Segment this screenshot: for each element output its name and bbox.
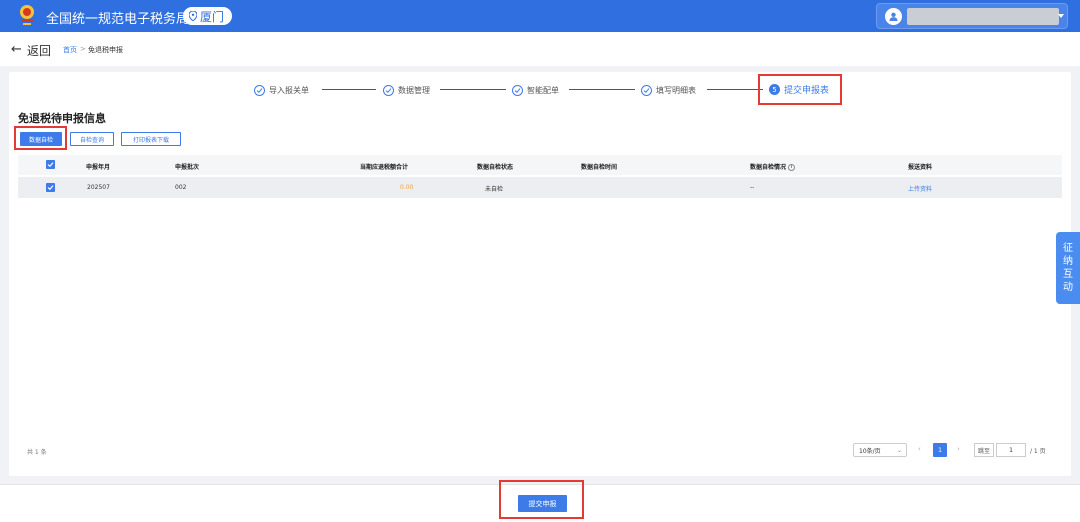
jump-page-input[interactable]: 1 [996, 443, 1026, 457]
step-connector [322, 89, 376, 90]
page-size-select[interactable]: 10条/页 ⌄ [853, 443, 907, 457]
step-data-manage: 数据管理 [383, 83, 430, 97]
cell-batch: 002 [175, 184, 187, 191]
select-all-checkbox[interactable] [46, 160, 55, 169]
breadcrumb-current: 免退税申报 [88, 46, 123, 54]
step-connector [569, 89, 635, 90]
step-connector [707, 89, 763, 90]
col-batch: 申报批次 [175, 164, 200, 171]
col-check-situation-label: 数据自检情况 [750, 164, 787, 171]
cell-period: 202507 [87, 184, 110, 191]
section-title: 免退税待申报信息 [18, 112, 106, 125]
step-connector [440, 89, 506, 90]
region-label: 厦门 [200, 9, 225, 24]
step-import: 导入报关单 [254, 83, 309, 97]
cell-check-situation: -- [750, 184, 755, 191]
col-check-status: 数据自检状态 [477, 164, 514, 171]
col-amount: 当期应退税额合计 [360, 164, 409, 171]
row-checkbox[interactable] [46, 183, 55, 192]
side-tab-char: 纳 [1063, 256, 1073, 267]
print-download-button[interactable]: 打印报表下载 [121, 132, 181, 146]
page-number-current[interactable]: 1 [933, 443, 947, 457]
user-menu[interactable] [876, 3, 1068, 29]
info-icon[interactable]: i [788, 164, 796, 171]
step-label: 导入报关单 [269, 85, 309, 95]
col-check-time: 数据自检时间 [581, 164, 618, 171]
user-name-redacted [907, 8, 1059, 25]
checkmark-icon [47, 185, 54, 191]
interaction-side-tab[interactable]: 征 纳 互 动 [1056, 232, 1080, 304]
breadcrumb-home[interactable]: 首页 [63, 45, 77, 55]
submit-declaration-button[interactable]: 提交申报 [518, 495, 567, 512]
chevron-down-icon [1058, 14, 1064, 18]
total-count: 共 1 条 [27, 449, 47, 456]
back-arrow-icon[interactable]: ← [11, 42, 22, 57]
chevron-down-icon: ⌄ [896, 447, 902, 454]
check-circle-icon [254, 84, 265, 96]
region-selector[interactable]: 厦门 [183, 7, 233, 25]
upload-materials-link[interactable]: 上传资料 [908, 184, 932, 193]
checkmark-icon [47, 162, 54, 168]
next-page-icon[interactable]: › [957, 445, 960, 453]
side-tab-char: 互 [1063, 269, 1073, 280]
back-link[interactable]: 返回 [27, 42, 51, 59]
avatar [885, 8, 902, 25]
step-label: 提交申报表 [784, 86, 830, 96]
cell-amount: 0.00 [400, 184, 414, 191]
tax-emblem-icon [20, 5, 34, 25]
check-query-button[interactable]: 自检查询 [70, 132, 114, 146]
step-fill-details: 填写明细表 [641, 83, 696, 97]
prev-page-icon[interactable]: ‹ [918, 445, 921, 453]
top-header: 全国统一规范电子税务局 厦门 [0, 0, 1080, 32]
step-number: 5 [769, 84, 780, 95]
side-tab-char: 动 [1063, 282, 1073, 293]
check-circle-icon [641, 84, 652, 96]
step-label: 智能配单 [527, 85, 559, 95]
step-label: 填写明细表 [656, 85, 696, 95]
step-smart-match: 智能配单 [512, 83, 559, 97]
col-materials: 报送资料 [908, 164, 933, 171]
side-tab-char: 征 [1063, 243, 1073, 254]
app-title: 全国统一规范电子税务局 [46, 12, 190, 27]
cell-check-status: 未自检 [485, 186, 504, 193]
breadcrumb-bar: ← 返回 首页 > 免退税申报 [0, 32, 1080, 66]
self-check-button[interactable]: 数据自检 [20, 132, 62, 146]
jump-label: 跳至 [974, 443, 994, 457]
page-size-value: 10条/页 [859, 447, 881, 455]
col-period: 申报年月 [86, 164, 111, 171]
breadcrumb-separator: > [80, 45, 86, 53]
check-circle-icon [512, 84, 523, 96]
location-pin-icon [189, 11, 197, 21]
col-check-situation: 数据自检情况 i [750, 162, 796, 171]
total-pages: / 1 页 [1030, 448, 1046, 455]
step-submit-report: 5 提交申报表 [769, 83, 829, 96]
user-icon [889, 12, 898, 21]
step-label: 数据管理 [398, 85, 430, 95]
check-circle-icon [383, 84, 394, 96]
